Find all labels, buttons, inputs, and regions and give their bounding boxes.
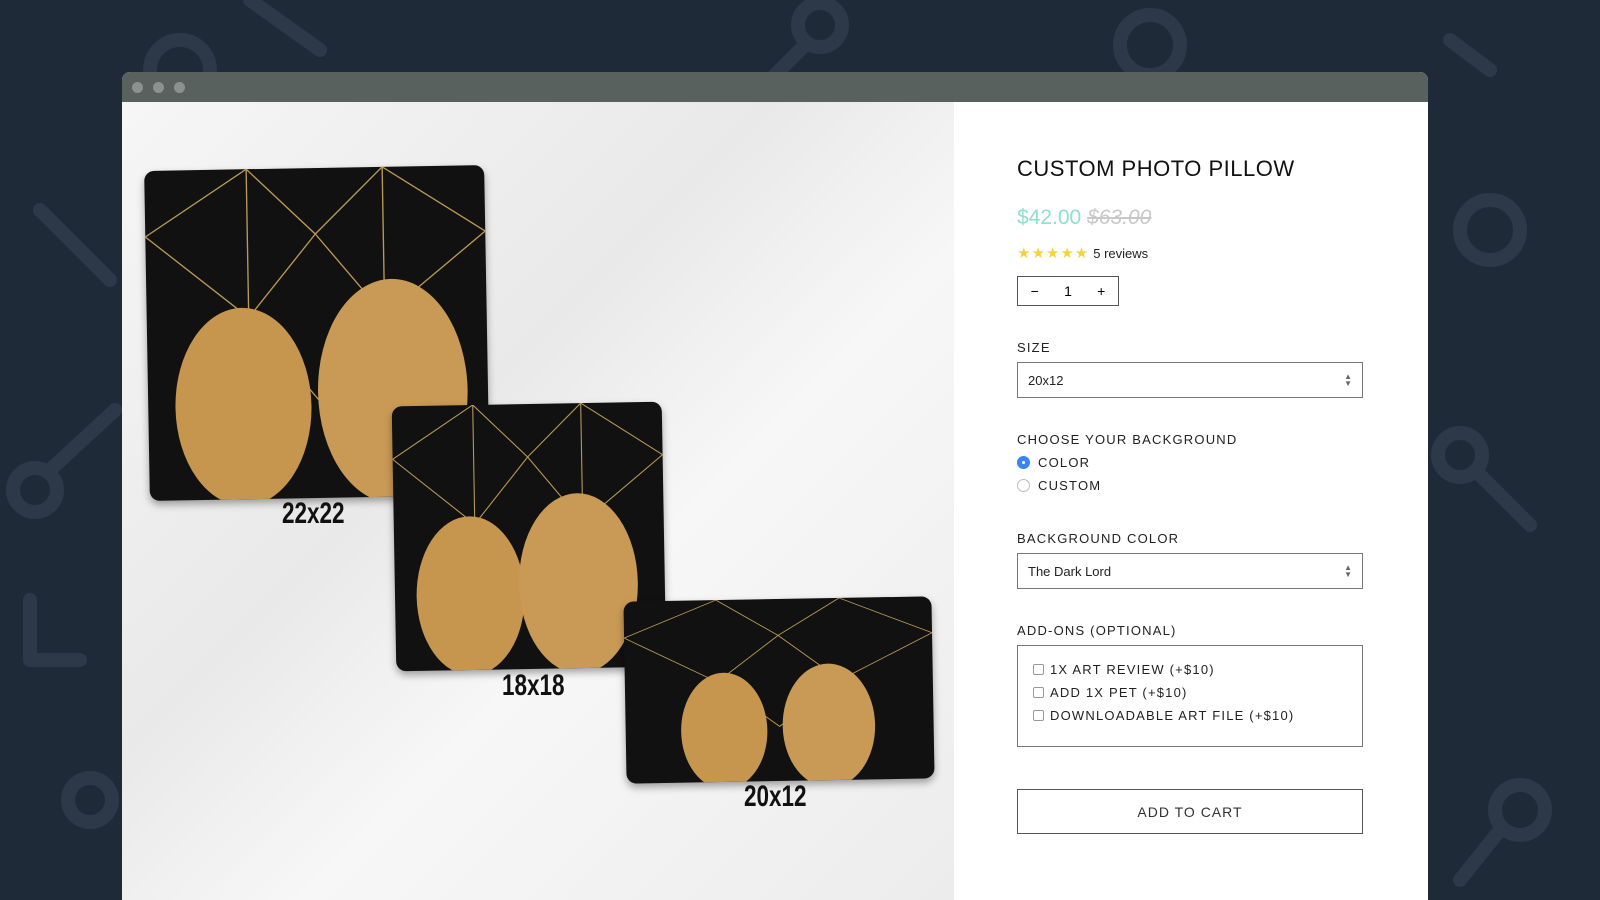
sale-price: $42.00 — [1017, 206, 1082, 229]
radio-label: CUSTOM — [1038, 478, 1102, 493]
title-bar — [122, 72, 1428, 102]
size-value: 20x12 — [1028, 372, 1064, 388]
radio-color[interactable]: COLOR — [1017, 455, 1363, 470]
radio-unselected-icon[interactable] — [1017, 479, 1030, 492]
background-color-select[interactable]: The Dark Lord ▲ ▼ — [1017, 553, 1363, 589]
reviews-link[interactable]: 5 reviews — [1093, 246, 1148, 261]
addon-label: 1X ART REVIEW (+$10) — [1050, 662, 1215, 677]
star-rating-icon: ★★★★★ — [1017, 245, 1090, 262]
size-label-22x22: 22x22 — [282, 497, 345, 530]
addons-label: ADD-ONS (OPTIONAL) — [1017, 623, 1177, 638]
quantity-stepper: − 1 + — [1017, 276, 1119, 306]
addon-extra-pet[interactable]: ADD 1X PET (+$10) — [1033, 685, 1347, 700]
checkbox[interactable] — [1033, 710, 1044, 721]
checkbox[interactable] — [1033, 664, 1044, 675]
select-arrows-icon: ▲ ▼ — [1344, 372, 1352, 388]
size-label-20x12: 20x12 — [744, 780, 807, 813]
addon-label: DOWNLOADABLE ART FILE (+$10) — [1050, 708, 1295, 723]
size-label-18x18: 18x18 — [502, 669, 565, 702]
radio-custom[interactable]: CUSTOM — [1017, 478, 1363, 493]
radio-selected-icon[interactable] — [1017, 456, 1030, 469]
browser-window: 22x22 18x18 20x12 CUSTOM PHOTO PILLOW $4… — [122, 72, 1428, 900]
compare-price: $63.00 — [1087, 206, 1152, 229]
select-arrows-icon: ▲ ▼ — [1344, 563, 1352, 579]
radio-label: COLOR — [1038, 455, 1091, 470]
decrease-quantity-button[interactable]: − — [1031, 283, 1039, 299]
product-image: 22x22 18x18 20x12 — [122, 102, 954, 900]
increase-quantity-button[interactable]: + — [1097, 283, 1105, 299]
addon-art-file[interactable]: DOWNLOADABLE ART FILE (+$10) — [1033, 708, 1347, 723]
quantity-input[interactable]: 1 — [1064, 283, 1072, 299]
size-label: SIZE — [1017, 340, 1051, 355]
product-title: CUSTOM PHOTO PILLOW — [1017, 156, 1295, 181]
background-color-value: The Dark Lord — [1028, 563, 1112, 579]
minimize-window-button[interactable] — [153, 81, 164, 93]
rating: ★★★★★ 5 reviews — [1017, 244, 1363, 262]
background-choice-label: CHOOSE YOUR BACKGROUND — [1017, 432, 1238, 447]
add-to-cart-button[interactable]: ADD TO CART — [1017, 789, 1363, 834]
size-select[interactable]: 20x12 ▲ ▼ — [1017, 362, 1363, 398]
checkbox[interactable] — [1033, 687, 1044, 698]
addon-label: ADD 1X PET (+$10) — [1050, 685, 1188, 700]
addons-box: 1X ART REVIEW (+$10) ADD 1X PET (+$10) D… — [1017, 645, 1363, 747]
background-color-label: BACKGROUND COLOR — [1017, 531, 1180, 546]
addon-art-review[interactable]: 1X ART REVIEW (+$10) — [1033, 662, 1347, 677]
maximize-window-button[interactable] — [174, 81, 185, 93]
product-details: CUSTOM PHOTO PILLOW $42.00 $63.00 ★★★★★ … — [1017, 102, 1363, 834]
close-window-button[interactable] — [132, 81, 143, 93]
pillow-20x12-image — [623, 596, 935, 784]
